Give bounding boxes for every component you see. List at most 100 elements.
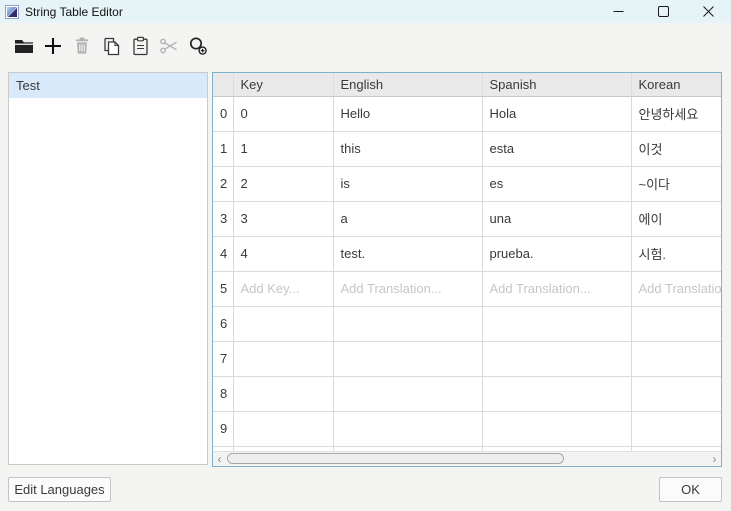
row-number[interactable]: 1 [213, 131, 233, 166]
table-cell[interactable]: 4 [233, 236, 333, 271]
toolbar [0, 26, 731, 66]
add-key-cell[interactable]: Add Key... [233, 271, 333, 306]
row-number[interactable]: 8 [213, 376, 233, 411]
paste-icon [130, 36, 151, 57]
table-cell[interactable]: 0 [233, 96, 333, 131]
row-number[interactable]: 9 [213, 411, 233, 446]
copy-icon [101, 36, 122, 57]
scrollbar-track[interactable] [226, 452, 708, 466]
table-cell[interactable] [631, 306, 721, 341]
table-cell[interactable] [333, 306, 482, 341]
copy-button[interactable] [99, 33, 123, 59]
column-header-key[interactable]: Key [233, 73, 333, 96]
app-icon [5, 5, 19, 19]
table-cell[interactable] [482, 411, 631, 446]
table-list: Test [8, 72, 208, 465]
cut-button[interactable] [157, 33, 181, 59]
column-header-korean[interactable]: Korean [631, 73, 721, 96]
table-cell[interactable]: 이것 [631, 131, 721, 166]
delete-entry-button[interactable] [70, 33, 94, 59]
row-number[interactable]: 7 [213, 341, 233, 376]
table-cell[interactable]: this [333, 131, 482, 166]
table-row: 8 [213, 376, 721, 411]
scroll-right-arrow-icon[interactable]: › [708, 452, 721, 466]
column-header-english[interactable]: English [333, 73, 482, 96]
table-cell[interactable] [233, 306, 333, 341]
table-cell[interactable]: 에이 [631, 201, 721, 236]
table-cell[interactable] [333, 411, 482, 446]
maximize-icon [658, 6, 669, 17]
table-cell[interactable] [333, 341, 482, 376]
corner-header[interactable] [213, 73, 233, 96]
add-entry-button[interactable] [41, 33, 65, 59]
folder-icon [13, 35, 35, 57]
row-number[interactable]: 3 [213, 201, 233, 236]
minimize-icon [613, 6, 624, 17]
table-cell[interactable] [482, 341, 631, 376]
table-row: 6 [213, 306, 721, 341]
scroll-left-arrow-icon[interactable]: ‹ [213, 452, 226, 466]
paste-button[interactable] [128, 33, 152, 59]
table-cell[interactable]: ~이다 [631, 166, 721, 201]
table-cell[interactable]: 3 [233, 201, 333, 236]
table-cell[interactable] [233, 411, 333, 446]
table-cell[interactable]: Hello [333, 96, 482, 131]
add-translation-cell[interactable]: Add Translation... [631, 271, 721, 306]
row-number[interactable]: 6 [213, 306, 233, 341]
table-row: 1 1 this esta 이것 [213, 131, 721, 166]
row-number[interactable]: 2 [213, 166, 233, 201]
titlebar: String Table Editor [0, 0, 731, 23]
close-icon [703, 6, 714, 17]
maximize-button[interactable] [641, 0, 686, 23]
row-number[interactable]: 4 [213, 236, 233, 271]
table-row: 7 [213, 341, 721, 376]
table-cell[interactable]: Hola [482, 96, 631, 131]
row-number[interactable]: 0 [213, 96, 233, 131]
table-cell[interactable] [482, 306, 631, 341]
scissors-icon [158, 35, 180, 57]
table-row-add-new: 5 Add Key... Add Translation... Add Tran… [213, 271, 721, 306]
table-cell[interactable] [631, 341, 721, 376]
edit-languages-button[interactable]: Edit Languages [8, 477, 111, 502]
table-row: 2 2 is es ~이다 [213, 166, 721, 201]
close-button[interactable] [686, 0, 731, 23]
table-row: 3 3 a una 에이 [213, 201, 721, 236]
search-add-icon [187, 35, 209, 57]
table-row: 9 [213, 411, 721, 446]
table-cell[interactable] [333, 376, 482, 411]
table-cell[interactable]: una [482, 201, 631, 236]
row-number[interactable]: 5 [213, 271, 233, 306]
string-table-grid: Key English Spanish Korean 0 0 Hello Hol… [213, 73, 721, 451]
horizontal-scrollbar[interactable]: ‹ › [213, 451, 721, 466]
table-cell[interactable]: 안녕하세요 [631, 96, 721, 131]
minimize-button[interactable] [596, 0, 641, 23]
table-cell[interactable] [233, 341, 333, 376]
table-cell[interactable]: 2 [233, 166, 333, 201]
table-cell[interactable]: esta [482, 131, 631, 166]
trash-icon [72, 36, 92, 56]
column-header-spanish[interactable]: Spanish [482, 73, 631, 96]
table-cell[interactable] [631, 411, 721, 446]
string-table: Key English Spanish Korean 0 0 Hello Hol… [212, 72, 722, 467]
scrollbar-thumb[interactable] [227, 453, 564, 464]
table-cell[interactable] [631, 376, 721, 411]
table-cell[interactable]: prueba. [482, 236, 631, 271]
table-cell[interactable]: test. [333, 236, 482, 271]
table-cell[interactable]: a [333, 201, 482, 236]
search-add-button[interactable] [186, 33, 210, 59]
table-cell[interactable]: is [333, 166, 482, 201]
plus-icon [42, 35, 64, 57]
header-row: Key English Spanish Korean [213, 73, 721, 96]
window-title: String Table Editor [25, 5, 596, 19]
table-cell[interactable] [233, 376, 333, 411]
table-row: 0 0 Hello Hola 안녕하세요 [213, 96, 721, 131]
table-cell[interactable]: 시험. [631, 236, 721, 271]
table-cell[interactable]: 1 [233, 131, 333, 166]
add-translation-cell[interactable]: Add Translation... [333, 271, 482, 306]
ok-button[interactable]: OK [659, 477, 722, 502]
open-folder-button[interactable] [12, 33, 36, 59]
table-cell[interactable]: es [482, 166, 631, 201]
add-translation-cell[interactable]: Add Translation... [482, 271, 631, 306]
table-cell[interactable] [482, 376, 631, 411]
sidebar-item-test[interactable]: Test [9, 73, 207, 98]
